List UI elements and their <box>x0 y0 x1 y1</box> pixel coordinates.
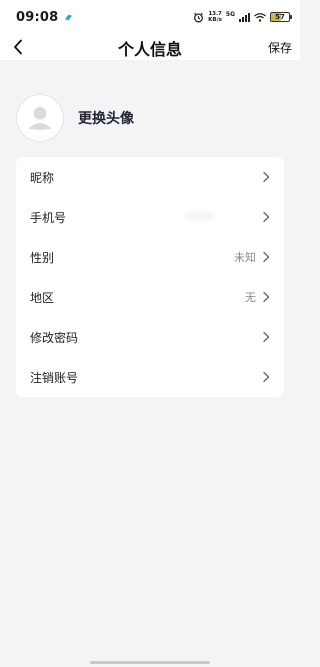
row-label: 性别 <box>30 250 55 265</box>
wifi-icon <box>254 12 266 22</box>
row-label: 地区 <box>30 290 55 305</box>
page-title: 个人信息 <box>117 40 182 59</box>
network-speed-unit: KB/s <box>208 17 222 23</box>
chevron-right-icon <box>263 291 270 303</box>
settings-card: 昵称 手机号 性别 未知 地区 无 修改密码 注销账号 <box>16 157 284 397</box>
navigation-bar: 个人信息 保存 <box>0 34 300 60</box>
row-right: 未知 <box>234 249 270 265</box>
row-label: 手机号 <box>30 210 67 225</box>
status-left: 09:08 <box>16 10 73 25</box>
masked-phone-number <box>184 212 214 220</box>
home-indicator[interactable] <box>90 661 210 664</box>
default-avatar-icon <box>28 106 52 130</box>
save-button[interactable]: 保存 <box>268 39 292 56</box>
chevron-right-icon <box>263 251 270 263</box>
row-right <box>256 331 270 343</box>
chevron-right-icon <box>263 331 270 343</box>
row-gender[interactable]: 性别 未知 <box>16 237 284 277</box>
status-right: 13.7 KB/s 5G 57 <box>193 10 292 23</box>
row-change-password[interactable]: 修改密码 <box>16 317 284 357</box>
alarm-icon <box>194 12 204 22</box>
row-region[interactable]: 地区 无 <box>16 277 284 317</box>
row-right <box>256 171 270 183</box>
signal-icon <box>239 12 250 22</box>
row-delete-account[interactable]: 注销账号 <box>16 357 284 397</box>
chevron-right-icon <box>263 171 270 183</box>
row-value: 无 <box>245 291 256 304</box>
battery-indicator: 57 <box>270 12 292 22</box>
network-speed: 13.7 KB/s <box>208 11 222 23</box>
chevron-right-icon <box>263 371 270 383</box>
app-notification-icon <box>65 14 73 20</box>
row-label: 修改密码 <box>30 330 79 345</box>
change-avatar-label[interactable]: 更换头像 <box>78 108 134 128</box>
row-right: 无 <box>245 289 270 305</box>
row-label: 注销账号 <box>30 370 79 385</box>
row-right <box>256 211 270 223</box>
row-phone[interactable]: 手机号 <box>16 197 284 237</box>
battery-level: 57 <box>275 13 285 21</box>
network-type: 5G <box>225 10 235 18</box>
avatar[interactable] <box>16 94 64 142</box>
row-value: 未知 <box>234 251 256 264</box>
status-time: 09:08 <box>16 9 59 25</box>
row-nickname[interactable]: 昵称 <box>16 157 284 197</box>
status-bar: 09:08 13.7 KB/s 5G 57 <box>0 0 300 34</box>
row-right <box>256 371 270 383</box>
avatar-row[interactable]: 更换头像 <box>16 94 284 142</box>
chevron-right-icon <box>263 211 270 223</box>
row-label: 昵称 <box>30 170 55 185</box>
